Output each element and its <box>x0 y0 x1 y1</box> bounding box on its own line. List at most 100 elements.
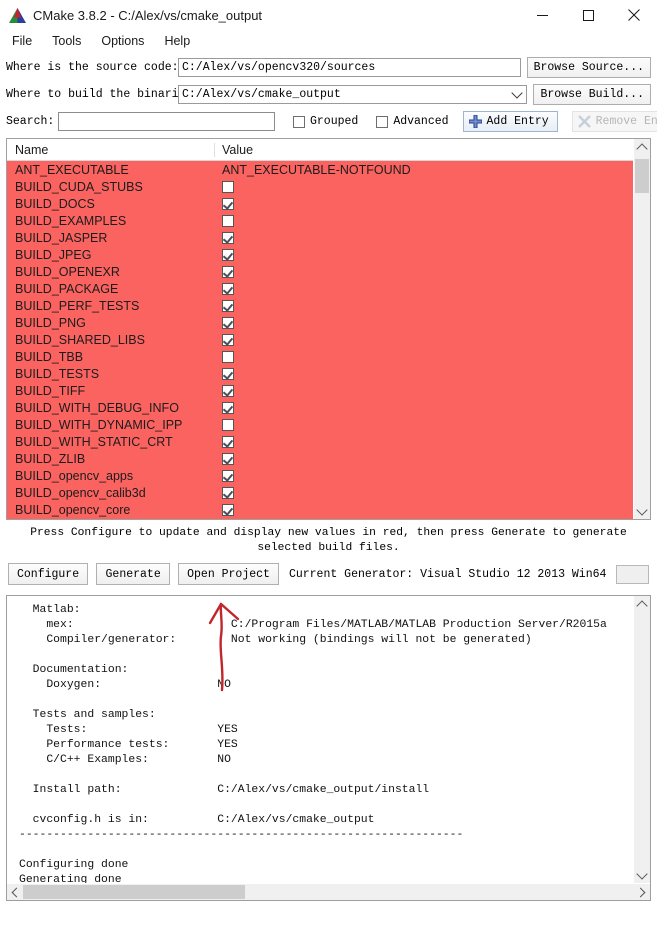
table-row[interactable]: BUILD_opencv_core <box>7 501 633 518</box>
value-checkbox[interactable] <box>222 248 234 261</box>
value-checkbox[interactable] <box>222 486 234 499</box>
cache-variable-value[interactable] <box>215 452 633 465</box>
browse-build-button[interactable]: Browse Build... <box>533 83 651 105</box>
value-checkbox[interactable] <box>222 418 234 431</box>
cache-variable-value[interactable] <box>215 333 633 346</box>
table-row[interactable]: BUILD_PERF_TESTS <box>7 297 633 314</box>
cache-variable-value[interactable] <box>215 486 633 499</box>
search-input[interactable] <box>58 112 275 131</box>
value-checkbox[interactable] <box>222 180 234 193</box>
menu-item-help[interactable]: Help <box>160 33 199 50</box>
cache-variable-value[interactable] <box>215 180 633 193</box>
scroll-down-button[interactable] <box>634 503 650 519</box>
table-row[interactable]: BUILD_SHARED_LIBS <box>7 331 633 348</box>
table-row[interactable]: BUILD_TESTS <box>7 365 633 382</box>
close-icon[interactable] <box>611 0 657 30</box>
cache-variable-value[interactable] <box>215 299 633 312</box>
grouped-checkbox[interactable] <box>293 115 305 128</box>
cache-variable-value[interactable] <box>215 197 633 210</box>
value-checkbox[interactable] <box>222 452 234 465</box>
minimize-icon[interactable] <box>519 0 565 30</box>
cache-variable-value[interactable] <box>215 231 633 244</box>
value-checkbox[interactable] <box>222 282 234 295</box>
table-row[interactable]: BUILD_TIFF <box>7 382 633 399</box>
cache-variable-value[interactable] <box>215 248 633 261</box>
output-vertical-scrollbar[interactable] <box>633 596 650 883</box>
value-checkbox[interactable] <box>222 367 234 380</box>
table-row[interactable]: BUILD_EXAMPLES <box>7 212 633 229</box>
menu-item-options[interactable]: Options <box>97 33 153 50</box>
table-row[interactable]: BUILD_PNG <box>7 314 633 331</box>
table-row[interactable]: BUILD_WITH_STATIC_CRT <box>7 433 633 450</box>
value-checkbox[interactable] <box>222 469 234 482</box>
value-checkbox[interactable] <box>222 265 234 278</box>
value-checkbox[interactable] <box>222 333 234 346</box>
value-checkbox[interactable] <box>222 197 234 210</box>
table-row[interactable]: BUILD_WITH_DYNAMIC_IPP <box>7 416 633 433</box>
build-path-input[interactable]: C:/Alex/vs/cmake_output <box>178 84 528 104</box>
table-row[interactable]: BUILD_TBB <box>7 348 633 365</box>
table-row[interactable]: BUILD_ZLIB <box>7 450 633 467</box>
generate-button[interactable]: Generate <box>96 563 171 585</box>
cache-variable-value[interactable] <box>215 401 633 414</box>
value-checkbox[interactable] <box>222 503 234 516</box>
output-scroll-right-button[interactable] <box>634 884 650 900</box>
output-scroll-track[interactable] <box>634 612 650 867</box>
cache-variable-value[interactable] <box>215 282 633 295</box>
output-scroll-left-button[interactable] <box>7 884 23 900</box>
source-path-input[interactable]: C:/Alex/vs/opencv320/sources <box>178 57 521 77</box>
cache-variable-value[interactable]: ANT_EXECUTABLE-NOTFOUND <box>215 163 633 177</box>
value-checkbox[interactable] <box>222 299 234 312</box>
maximize-icon[interactable] <box>565 0 611 30</box>
chevron-down-icon[interactable] <box>511 87 524 99</box>
cache-variable-value[interactable] <box>215 316 633 329</box>
output-hscroll-track[interactable] <box>23 884 634 900</box>
table-vertical-scrollbar[interactable] <box>633 139 650 519</box>
value-checkbox[interactable] <box>222 214 234 227</box>
advanced-checkbox-wrap[interactable]: Advanced <box>376 115 449 128</box>
table-row[interactable]: BUILD_PACKAGE <box>7 280 633 297</box>
cache-variable-value[interactable] <box>215 503 633 516</box>
configure-button[interactable]: Configure <box>8 563 89 585</box>
remove-entry-button[interactable]: Remove Entry <box>571 111 657 132</box>
table-row[interactable]: BUILD_CUDA_STUBS <box>7 178 633 195</box>
table-row[interactable]: BUILD_DOCS <box>7 195 633 212</box>
output-hscroll-thumb[interactable] <box>23 885 245 899</box>
cache-variable-value[interactable] <box>215 214 633 227</box>
advanced-checkbox[interactable] <box>376 115 389 128</box>
output-log-text[interactable]: Matlab: mex: C:/Program Files/MATLAB/MAT… <box>7 596 633 883</box>
cache-variable-value[interactable] <box>215 265 633 278</box>
table-row[interactable]: BUILD_opencv_apps <box>7 467 633 484</box>
menu-item-tools[interactable]: Tools <box>48 33 90 50</box>
open-project-button[interactable]: Open Project <box>178 563 279 585</box>
value-checkbox[interactable] <box>222 316 234 329</box>
cache-variable-value[interactable] <box>215 435 633 448</box>
value-checkbox[interactable] <box>222 231 234 244</box>
cache-variable-value[interactable] <box>215 418 633 431</box>
browse-source-button[interactable]: Browse Source... <box>526 56 651 78</box>
output-scroll-up-button[interactable] <box>634 596 650 612</box>
table-row[interactable]: BUILD_JASPER <box>7 229 633 246</box>
cache-variable-value[interactable] <box>215 350 633 363</box>
grouped-checkbox-wrap[interactable]: Grouped <box>293 115 358 128</box>
menu-item-file[interactable]: File <box>8 33 41 50</box>
value-checkbox[interactable] <box>222 350 234 363</box>
table-row[interactable]: BUILD_opencv_calib3d <box>7 484 633 501</box>
table-row[interactable]: BUILD_OPENEXR <box>7 263 633 280</box>
scroll-thumb[interactable] <box>635 159 649 193</box>
cache-variable-value[interactable] <box>215 367 633 380</box>
scroll-up-button[interactable] <box>634 139 650 155</box>
value-checkbox[interactable] <box>222 401 234 414</box>
table-row[interactable]: ANT_EXECUTABLE ANT_EXECUTABLE-NOTFOUND <box>7 161 633 178</box>
output-horizontal-scrollbar[interactable] <box>7 883 650 900</box>
table-row[interactable]: BUILD_JPEG <box>7 246 633 263</box>
output-scroll-down-button[interactable] <box>634 867 650 883</box>
add-entry-button[interactable]: Add Entry <box>462 111 558 132</box>
cache-variable-value[interactable] <box>215 469 633 482</box>
cache-variable-value[interactable] <box>215 384 633 397</box>
value-checkbox[interactable] <box>222 384 234 397</box>
value-checkbox[interactable] <box>222 435 234 448</box>
table-row[interactable]: BUILD_WITH_DEBUG_INFO <box>7 399 633 416</box>
column-header-name[interactable]: Name <box>7 142 215 157</box>
scroll-track[interactable] <box>634 155 650 503</box>
